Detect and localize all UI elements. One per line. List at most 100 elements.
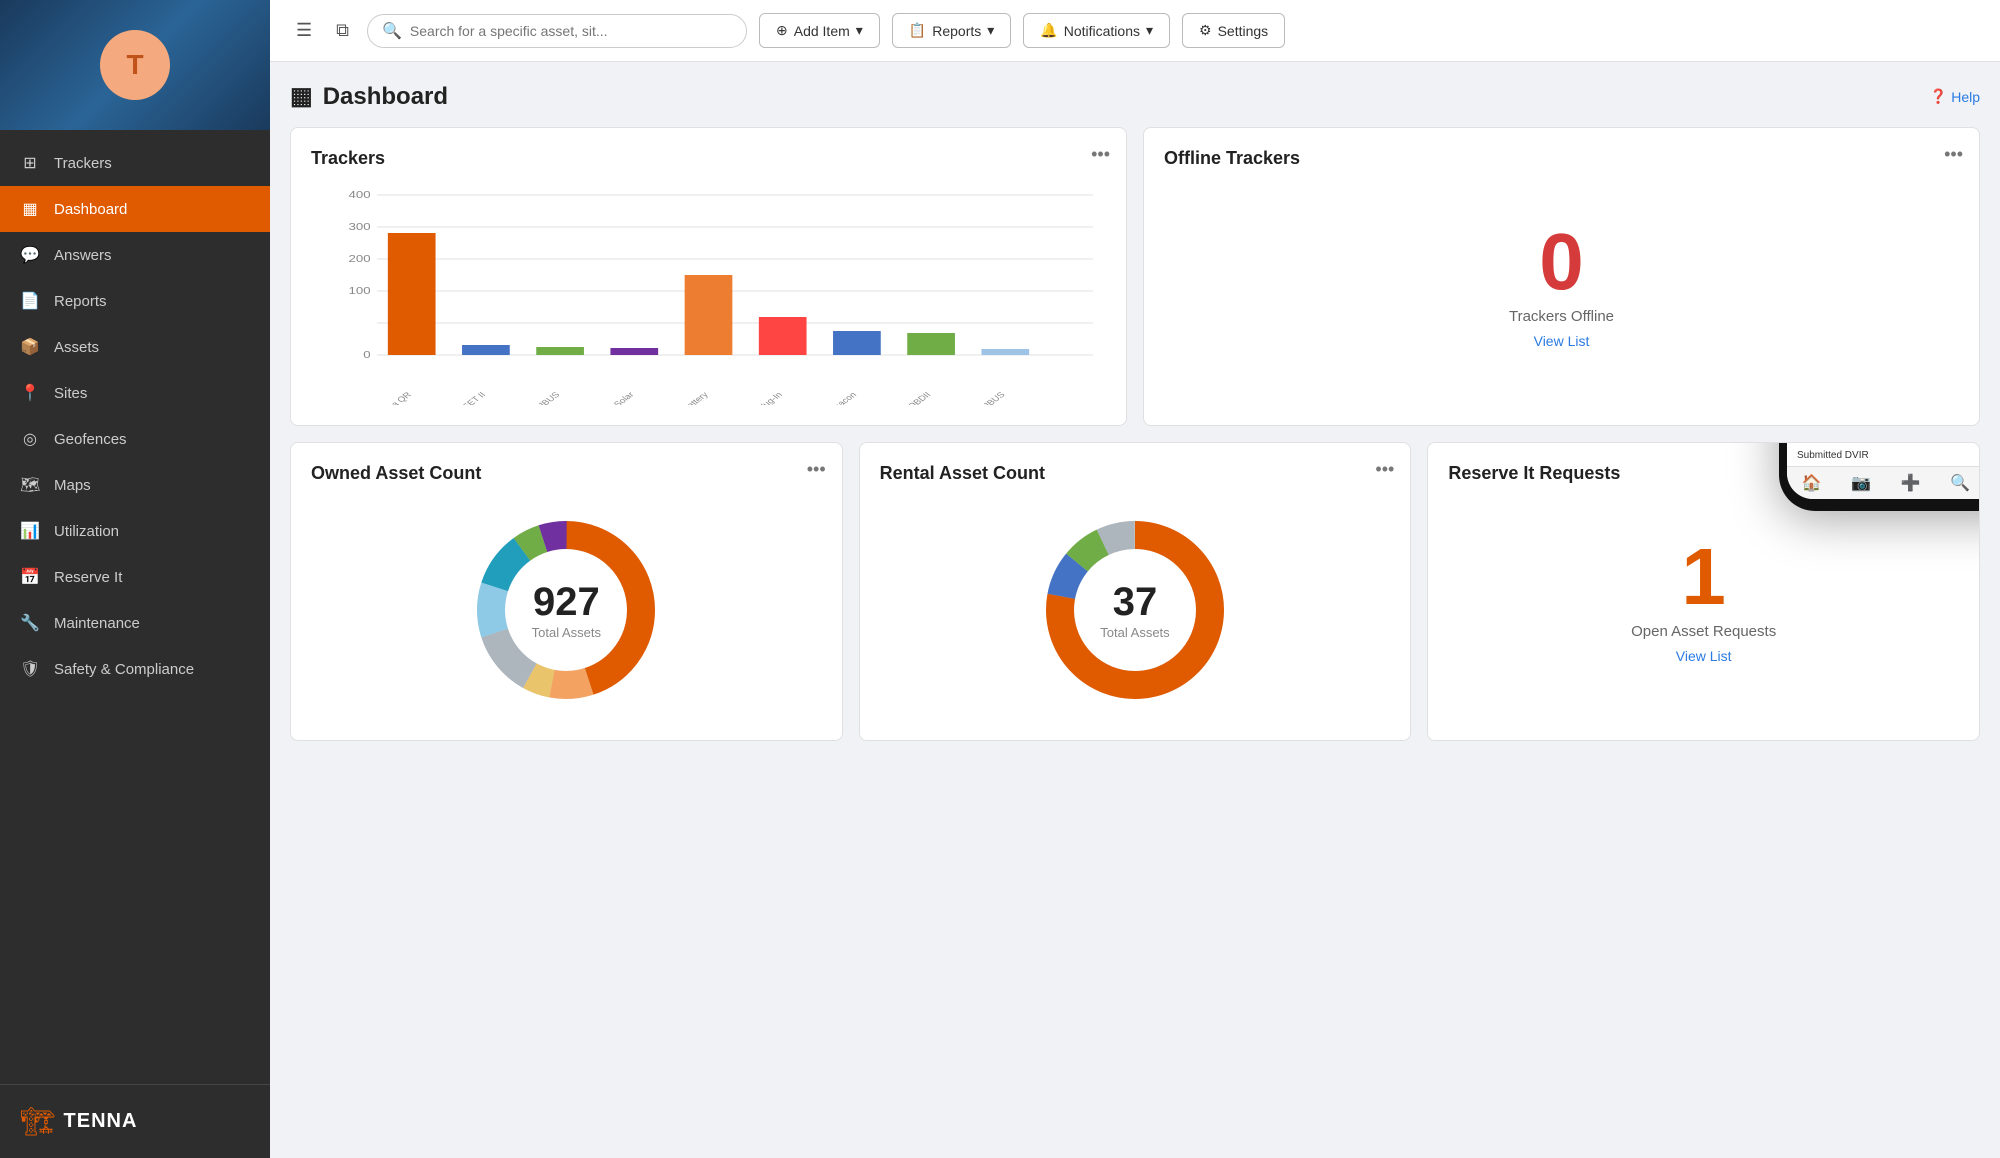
notifications-chevron-icon: ▾ <box>1146 22 1153 39</box>
sidebar-item-reserve-it[interactable]: 📅 Reserve It <box>0 554 270 600</box>
reports-icon: 📄 <box>20 291 40 311</box>
phone-search-bottom-icon: 🔍 <box>1950 473 1970 493</box>
offline-card-title: Offline Trackers <box>1164 148 1959 169</box>
trackers-bar-chart: 400 300 200 100 0 Tenna QR TennaFLEET II <box>311 185 1106 405</box>
sidebar-item-sites[interactable]: 📍 Sites <box>0 370 270 416</box>
svg-text:400: 400 <box>349 189 372 200</box>
reserve-count: 1 <box>1681 537 1726 617</box>
sidebar-item-maps[interactable]: 🗺 Maps <box>0 462 270 508</box>
tenna-logo-text: TENNA <box>64 1110 138 1133</box>
safety-icon: 🛡 <box>20 659 40 679</box>
sidebar-item-label: Geofences <box>54 431 127 448</box>
svg-text:0: 0 <box>363 349 371 360</box>
svg-text:TennaMINI Solar: TennaMINI Solar <box>576 390 636 405</box>
sidebar-item-utilization[interactable]: 📊 Utilization <box>0 508 270 554</box>
rental-total-number: 37 <box>1100 580 1169 625</box>
sidebar-item-label: Assets <box>54 339 99 356</box>
phone-home-icon: 🏠 <box>1802 473 1822 493</box>
search-box: 🔍 <box>367 14 747 48</box>
sidebar-item-label: Maps <box>54 477 91 494</box>
notifications-button[interactable]: 🔔 Notifications ▾ <box>1023 13 1170 48</box>
owned-total-number: 927 <box>532 580 601 625</box>
tenna-logo: 🏗 TENNA <box>20 1105 137 1138</box>
offline-count: 0 <box>1539 222 1584 302</box>
phone-plus-icon: ➕ <box>1901 473 1921 493</box>
answers-icon: 💬 <box>20 245 40 265</box>
trackers-icon: ⊞ <box>20 153 40 173</box>
rental-donut: 37 Total Assets <box>1035 510 1235 710</box>
dashboard-row2: Owned Asset Count ••• <box>290 442 1980 741</box>
sidebar-nav: ⊞ Trackers ▦ Dashboard 💬 Answers 📄 Repor… <box>0 130 270 1084</box>
svg-text:200: 200 <box>349 253 372 264</box>
sidebar-item-label: Reserve It <box>54 569 122 586</box>
rental-card-menu[interactable]: ••• <box>1375 459 1394 480</box>
trackers-card-title: Trackers <box>311 148 1106 169</box>
rental-asset-card: Rental Asset Count ••• <box>859 442 1412 741</box>
avatar: T <box>100 30 170 100</box>
bell-icon: 🔔 <box>1040 22 1057 39</box>
reserve-it-card: Reserve It Requests ••• 1 Open Asset Req… <box>1427 442 1980 741</box>
menu-button[interactable]: ☰ <box>290 14 318 47</box>
sidebar: T ⊞ Trackers ▦ Dashboard 💬 Answers 📄 Rep… <box>0 0 270 1158</box>
geofences-icon: ◎ <box>20 429 40 449</box>
dashboard-title-text: Dashboard <box>323 83 448 111</box>
add-item-label: Add Item <box>794 23 850 39</box>
svg-text:TennaMINI Battery: TennaMINI Battery <box>644 390 711 405</box>
offline-card-menu[interactable]: ••• <box>1944 144 1963 165</box>
tenna-logo-icon: 🏗 <box>20 1105 56 1138</box>
page-title: ▦ Dashboard <box>290 82 448 111</box>
sidebar-item-trackers[interactable]: ⊞ Trackers <box>0 140 270 186</box>
sidebar-item-dashboard[interactable]: ▦ Dashboard <box>0 186 270 232</box>
offline-label: Trackers Offline <box>1509 308 1614 325</box>
settings-button[interactable]: ⚙ Settings <box>1182 13 1285 48</box>
phone-camera-icon: 📷 <box>1851 473 1871 493</box>
bottom-spacer <box>290 741 1980 801</box>
add-item-button[interactable]: ⊕ Add Item ▾ <box>759 13 880 48</box>
add-chevron-icon: ▾ <box>856 22 863 39</box>
reports-top-icon: 📋 <box>909 22 926 39</box>
sidebar-item-maintenance[interactable]: 🔧 Maintenance <box>0 600 270 646</box>
rental-total-label: Total Assets <box>1100 625 1169 640</box>
help-text: Help <box>1951 89 1980 105</box>
reports-button[interactable]: 📋 Reports ▾ <box>892 13 1012 48</box>
owned-card-menu[interactable]: ••• <box>807 459 826 480</box>
content-area: ▦ Dashboard ❓ Help Trackers ••• <box>270 62 2000 1158</box>
filter-button[interactable]: ⧉ <box>330 14 355 47</box>
utilization-icon: 📊 <box>20 521 40 541</box>
sidebar-footer: 🏗 TENNA <box>0 1084 270 1158</box>
svg-text:100: 100 <box>349 285 372 296</box>
sidebar-item-geofences[interactable]: ◎ Geofences <box>0 416 270 462</box>
phone-bottom-bar: 🏠 📷 ➕ 🔍 ••• <box>1787 466 1980 499</box>
svg-text:TennaCAM JBUS: TennaCAM JBUS <box>499 390 562 405</box>
sidebar-item-label: Dashboard <box>54 201 127 218</box>
sidebar-item-label: Answers <box>54 247 112 264</box>
dashboard-grid-icon: ▦ <box>290 82 313 111</box>
sidebar-item-assets[interactable]: 📦 Assets <box>0 324 270 370</box>
phone-mockup: 1:26 T ⧉ 🔔 <box>1779 442 1980 511</box>
reserve-it-icon: 📅 <box>20 567 40 587</box>
phone-frame: 1:26 T ⧉ 🔔 <box>1779 442 1980 511</box>
owned-card-title: Owned Asset Count <box>311 463 822 484</box>
sidebar-item-label: Safety & Compliance <box>54 661 194 678</box>
phone-dvir-label: Submitted DVIR <box>1797 450 1869 461</box>
reserve-center: 1 Open Asset Requests View List <box>1448 500 1959 700</box>
search-input[interactable] <box>410 23 732 39</box>
dashboard-icon: ▦ <box>20 199 40 219</box>
reserve-view-list[interactable]: View List <box>1676 648 1732 664</box>
sidebar-item-safety[interactable]: 🛡 Safety & Compliance <box>0 646 270 692</box>
sidebar-item-reports[interactable]: 📄 Reports <box>0 278 270 324</box>
sidebar-item-answers[interactable]: 💬 Answers <box>0 232 270 278</box>
help-link[interactable]: ❓ Help <box>1930 88 1980 105</box>
trackers-card-menu[interactable]: ••• <box>1091 144 1110 165</box>
offline-center: 0 Trackers Offline View List <box>1164 185 1959 385</box>
svg-text:TennaMINI Plug-In: TennaMINI Plug-In <box>718 390 784 405</box>
sites-icon: 📍 <box>20 383 40 403</box>
sidebar-item-label: Trackers <box>54 155 112 172</box>
maintenance-icon: 🔧 <box>20 613 40 633</box>
sidebar-item-label: Reports <box>54 293 107 310</box>
topbar: ☰ ⧉ 🔍 ⊕ Add Item ▾ 📋 Reports ▾ 🔔 Notific… <box>270 0 2000 62</box>
phone-dvir-row: Submitted DVIR <box>1787 445 1980 466</box>
offline-view-list[interactable]: View List <box>1534 333 1590 349</box>
svg-text:300: 300 <box>349 221 372 232</box>
bar-chart-svg: 400 300 200 100 0 Tenna QR TennaFLEET II <box>311 185 1106 405</box>
